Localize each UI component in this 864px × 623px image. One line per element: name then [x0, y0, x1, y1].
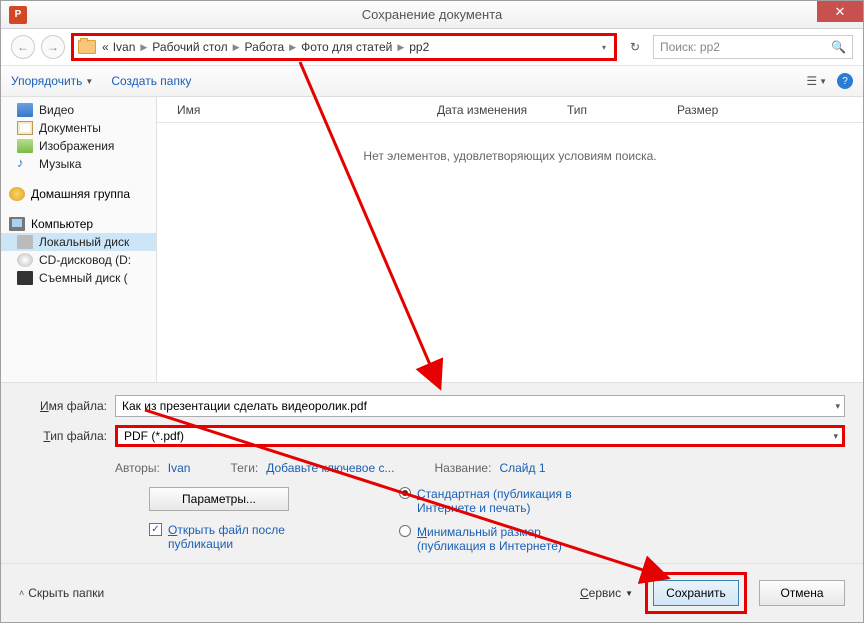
radio-standard-label[interactable]: Стандартная (публикация в Интернете и пе… [417, 487, 587, 515]
sidebar-drive-removable[interactable]: Съемный диск ( [1, 269, 156, 287]
filetype-select[interactable]: PDF (*.pdf)▾ [115, 425, 845, 447]
new-folder-button[interactable]: Создать папку [111, 74, 191, 88]
search-input[interactable]: Поиск: pp2 🔍 [653, 35, 853, 59]
crumb-2[interactable]: Работа [243, 40, 287, 54]
tags-label: Теги: [230, 461, 258, 475]
title-label: Название: [434, 461, 491, 475]
authors-label: Авторы: [115, 461, 160, 475]
usb-icon [17, 271, 33, 285]
parameters-button[interactable]: Параметры... [149, 487, 289, 511]
column-date[interactable]: Дата изменения [437, 103, 567, 117]
titlebar: P Сохранение документа ✕ [1, 1, 863, 29]
folder-icon [78, 40, 96, 54]
document-icon [17, 121, 33, 135]
sidebar-computer[interactable]: Компьютер [1, 215, 156, 233]
sidebar-homegroup[interactable]: Домашняя группа [1, 185, 156, 203]
disk-icon [17, 235, 33, 249]
filetype-label: Тип файла: [19, 429, 107, 443]
close-button[interactable]: ✕ [817, 1, 863, 22]
tags-value[interactable]: Добавьте ключевое с... [266, 461, 394, 475]
crumb-prefix: « [100, 40, 111, 54]
radio-standard[interactable] [399, 487, 411, 499]
sidebar-item-images[interactable]: Изображения [1, 137, 156, 155]
chevron-down-icon[interactable]: ▾ [833, 431, 838, 442]
chevron-up-icon: ˄ [19, 588, 24, 598]
chevron-down-icon: ▼ [85, 77, 93, 86]
radio-minimal-label[interactable]: Минимальный размер (публикация в Интерне… [417, 525, 587, 553]
toolbar: Упорядочить▼ Создать папку ☰ ▼ ? [1, 65, 863, 97]
cancel-button[interactable]: Отмена [759, 580, 845, 606]
homegroup-icon [9, 187, 25, 201]
sidebar-item-documents[interactable]: Документы [1, 119, 156, 137]
crumb-1[interactable]: Рабочий стол [150, 40, 229, 54]
hide-folders-button[interactable]: ˄Скрыть папки [19, 586, 104, 600]
refresh-button[interactable]: ↻ [623, 35, 647, 59]
save-button[interactable]: Сохранить [653, 580, 739, 606]
video-icon [17, 103, 33, 117]
authors-value[interactable]: Ivan [168, 461, 191, 475]
crumb-4[interactable]: pp2 [407, 40, 431, 54]
column-name[interactable]: Имя [177, 103, 437, 117]
chevron-right-icon: ▶ [394, 42, 407, 53]
forward-button[interactable]: → [41, 35, 65, 59]
open-after-checkbox[interactable]: ✓ [149, 523, 162, 536]
title-value[interactable]: Слайд 1 [499, 461, 545, 475]
column-type[interactable]: Тип [567, 103, 677, 117]
footer: ˄Скрыть папки Сервис▼ Сохранить Отмена [1, 563, 863, 622]
column-headers: Имя Дата изменения Тип Размер [157, 97, 863, 123]
empty-message: Нет элементов, удовлетворяющих условиям … [157, 123, 863, 382]
service-menu[interactable]: Сервис▼ [580, 586, 633, 600]
filename-input[interactable]: Как из презентации сделать видеоролик.pd… [115, 395, 845, 417]
view-mode-button[interactable]: ☰ ▼ [806, 74, 827, 88]
back-button[interactable]: ← [11, 35, 35, 59]
chevron-right-icon: ▶ [137, 42, 150, 53]
image-icon [17, 139, 33, 153]
music-icon [17, 157, 33, 171]
save-button-highlight: Сохранить [645, 572, 747, 614]
chevron-down-icon: ▼ [625, 589, 633, 598]
column-size[interactable]: Размер [677, 103, 757, 117]
crumb-0[interactable]: Ivan [111, 40, 138, 54]
organize-button[interactable]: Упорядочить▼ [11, 74, 93, 88]
window-title: Сохранение документа [1, 7, 863, 22]
sidebar-item-video[interactable]: Видео [1, 101, 156, 119]
chevron-down-icon[interactable]: ▾ [602, 43, 610, 52]
chevron-right-icon: ▶ [230, 42, 243, 53]
chevron-down-icon[interactable]: ▾ [835, 401, 840, 412]
breadcrumb[interactable]: « Ivan▶ Рабочий стол▶ Работа▶ Фото для с… [71, 33, 617, 61]
cd-icon [17, 253, 33, 267]
computer-icon [9, 217, 25, 231]
sidebar: Видео Документы Изображения Музыка Домаш… [1, 97, 157, 382]
nav-row: ← → « Ivan▶ Рабочий стол▶ Работа▶ Фото д… [1, 29, 863, 65]
sidebar-item-music[interactable]: Музыка [1, 155, 156, 173]
filename-label: Имя файла: [19, 399, 107, 413]
sidebar-drive-cd[interactable]: CD-дисковод (D: [1, 251, 156, 269]
chevron-right-icon: ▶ [286, 42, 299, 53]
file-area: Имя Дата изменения Тип Размер Нет элемен… [157, 97, 863, 382]
search-icon: 🔍 [831, 40, 846, 54]
help-button[interactable]: ? [837, 73, 853, 89]
search-placeholder: Поиск: pp2 [660, 40, 720, 54]
open-after-label[interactable]: Открыть файл после публикации [168, 523, 318, 551]
radio-minimal[interactable] [399, 525, 411, 537]
crumb-3[interactable]: Фото для статей [299, 40, 394, 54]
sidebar-drive-local[interactable]: Локальный диск [1, 233, 156, 251]
bottom-panel: Имя файла: Как из презентации сделать ви… [1, 382, 863, 563]
